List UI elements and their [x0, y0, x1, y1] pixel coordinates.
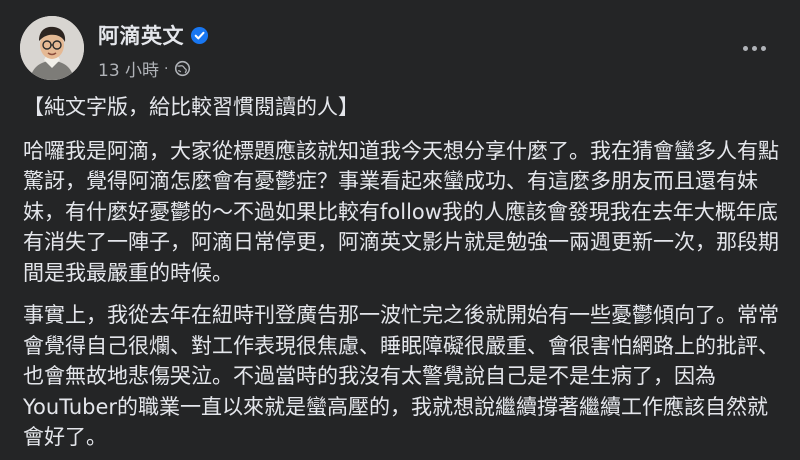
author-meta: 阿滴英文 13 小時 ·	[98, 16, 209, 81]
post-paragraph: 哈囉我是阿滴，大家從標題應該就知道我今天想分享什麼了。我在猜會蠻多人有點驚訝，覺…	[23, 138, 779, 285]
author-name-row: 阿滴英文	[98, 20, 209, 50]
post-time-row: 13 小時 ·	[98, 56, 209, 81]
author-avatar[interactable]	[20, 16, 84, 80]
more-dot-3	[760, 45, 766, 51]
more-options-icon[interactable]	[736, 30, 772, 66]
more-dot-1	[742, 45, 748, 51]
post-paragraph: 事實上，我從去年在紐時刊登廣告那一波忙完之後就開始有一些憂鬱傾向了。常常會覺得自…	[23, 303, 779, 449]
globe-icon[interactable]	[174, 60, 191, 77]
post-paragraph: 【純文字版，給比較習慣閱讀的人】	[23, 95, 359, 119]
verified-badge-icon	[190, 26, 209, 45]
post-body: 【純文字版，給比較習慣閱讀的人】 哈囉我是阿滴，大家從標題應該就知道我今天想分享…	[23, 92, 782, 460]
author-name[interactable]: 阿滴英文	[98, 20, 184, 50]
timestamp-separator: ·	[164, 60, 169, 77]
post-header: 阿滴英文 13 小時 ·	[20, 16, 780, 81]
post-timestamp[interactable]: 13 小時	[98, 56, 159, 81]
more-dot-2	[751, 45, 757, 51]
facebook-post: 阿滴英文 13 小時 · 【純文字版，給比較習慣閱讀的人】 哈囉我是阿滴，大家從…	[0, 0, 800, 460]
avatar-portrait-icon	[20, 16, 84, 80]
